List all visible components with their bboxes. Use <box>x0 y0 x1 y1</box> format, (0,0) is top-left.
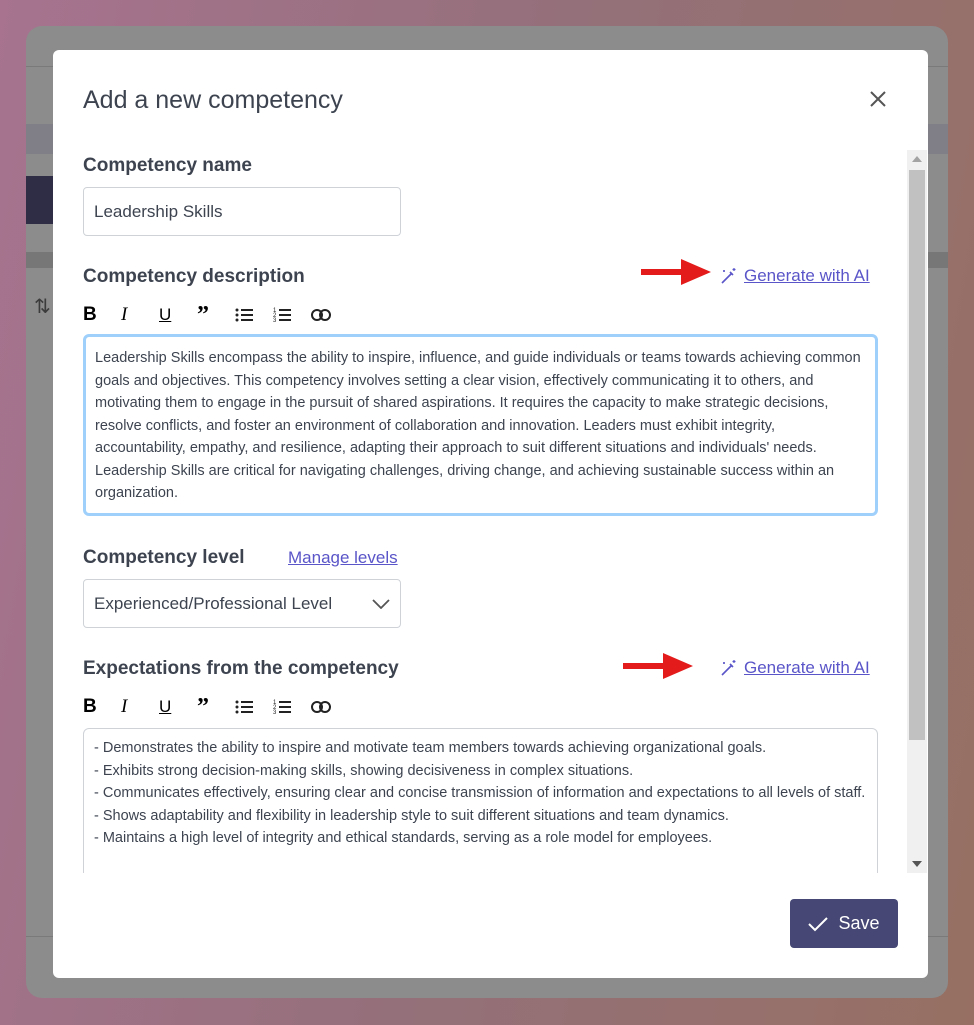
expectation-line: - Shows adaptability and flexibility in … <box>94 807 729 824</box>
competency-level-select[interactable]: Experienced/Professional Level <box>83 579 401 628</box>
expectation-line: - Maintains a high level of integrity an… <box>94 830 713 846</box>
generate-description-ai-link[interactable]: Generate with AI <box>720 266 870 286</box>
competency-description-label: Competency description <box>83 266 305 287</box>
underline-icon: U <box>159 305 172 324</box>
scrollbar[interactable] <box>907 150 927 873</box>
generate-ai-label: Generate with AI <box>744 658 870 677</box>
svg-text:3: 3 <box>273 318 277 323</box>
red-arrow-annotation <box>623 653 693 679</box>
expectation-line: - Demonstrates the ability to inspire an… <box>94 740 767 756</box>
numbered-list-button[interactable]: 123 <box>273 695 311 719</box>
save-button[interactable]: Save <box>790 899 898 948</box>
quote-icon: ” <box>197 693 209 720</box>
sort-icon: ⇅ <box>34 296 51 318</box>
generate-ai-label: Generate with AI <box>744 266 870 285</box>
italic-button[interactable]: I <box>121 303 159 327</box>
bullet-list-button[interactable] <box>235 695 273 719</box>
modal-title: Add a new competency <box>83 86 343 114</box>
bold-button[interactable]: B <box>83 695 121 719</box>
modal-scroll-area: Competency name Leadership Skills Compet… <box>53 150 928 873</box>
bullet-list-button[interactable] <box>235 303 273 327</box>
magic-wand-icon <box>721 660 736 676</box>
quote-button[interactable]: ” <box>197 301 235 328</box>
competency-name-label: Competency name <box>83 155 252 176</box>
chevron-down-icon <box>372 598 390 609</box>
italic-icon: I <box>121 304 128 325</box>
expectation-line: - Communicates effectively, ensuring cle… <box>94 785 866 801</box>
manage-levels-link[interactable]: Manage levels <box>288 548 398 568</box>
link-icon <box>311 309 331 321</box>
bold-icon: B <box>83 304 97 325</box>
competency-name-input[interactable]: Leadership Skills <box>83 187 401 236</box>
expectations-toolbar: B I U ” 123 <box>83 693 349 720</box>
expectations-editor[interactable]: - Demonstrates the ability to inspire an… <box>83 728 878 873</box>
underline-button[interactable]: U <box>159 695 197 719</box>
close-icon[interactable] <box>867 88 889 110</box>
bold-icon: B <box>83 696 97 717</box>
quote-icon: ” <box>197 301 209 328</box>
numbered-list-icon: 123 <box>273 308 291 323</box>
expectation-line: - Exhibits strong decision-making skills… <box>94 762 634 779</box>
level-selected-value: Experienced/Professional Level <box>94 593 333 613</box>
check-icon <box>808 916 829 931</box>
link-button[interactable] <box>311 303 349 327</box>
competency-level-label: Competency level <box>83 547 245 568</box>
numbered-list-icon: 123 <box>273 700 291 715</box>
link-icon <box>311 701 331 713</box>
italic-icon: I <box>121 696 128 717</box>
bullet-list-icon <box>235 308 253 322</box>
description-text: Leadership Skills encompass the ability … <box>95 350 861 501</box>
svg-text:3: 3 <box>273 710 277 715</box>
scrollbar-thumb[interactable] <box>909 170 925 740</box>
add-competency-modal: Add a new competency Competency name Lea… <box>53 50 928 978</box>
expectations-label: Expectations from the competency <box>83 658 399 679</box>
scroll-up-icon[interactable] <box>912 156 922 162</box>
underline-button[interactable]: U <box>159 303 197 327</box>
link-button[interactable] <box>311 695 349 719</box>
generate-expectations-ai-link[interactable]: Generate with AI <box>720 658 870 678</box>
scroll-down-icon[interactable] <box>912 861 922 867</box>
italic-button[interactable]: I <box>121 695 159 719</box>
save-label: Save <box>838 913 880 933</box>
bold-button[interactable]: B <box>83 303 121 327</box>
quote-button[interactable]: ” <box>197 693 235 720</box>
red-arrow-annotation <box>641 259 711 285</box>
numbered-list-button[interactable]: 123 <box>273 303 311 327</box>
underline-icon: U <box>159 697 172 716</box>
description-toolbar: B I U ” 123 <box>83 301 349 328</box>
magic-wand-icon <box>721 268 736 284</box>
competency-description-editor[interactable]: Leadership Skills encompass the ability … <box>83 334 878 516</box>
bullet-list-icon <box>235 700 253 714</box>
